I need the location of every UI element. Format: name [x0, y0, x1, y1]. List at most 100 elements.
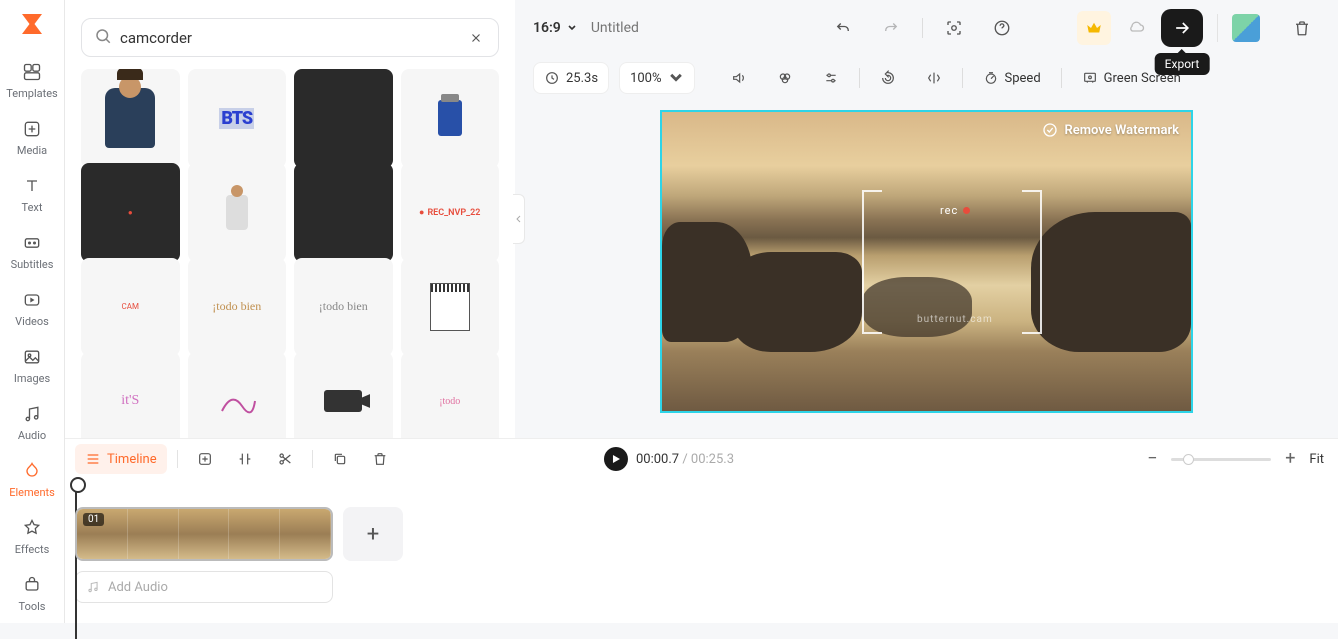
aspect-ratio-button[interactable]: 16:9: [533, 20, 577, 36]
playhead[interactable]: [75, 479, 77, 639]
sidebar-label: Audio: [18, 429, 46, 442]
element-card[interactable]: ¡todo: [401, 352, 500, 438]
play-button[interactable]: [604, 447, 628, 471]
sidebar-item-elements[interactable]: Elements: [0, 452, 64, 509]
timecode: 00:00.7 / 00:25.3: [636, 452, 734, 467]
redo-button[interactable]: [874, 11, 908, 45]
export-tooltip: Export: [1155, 53, 1210, 75]
element-label: REC_NVP_22: [419, 207, 480, 218]
project-title-input[interactable]: [591, 20, 711, 36]
remove-watermark-button[interactable]: Remove Watermark: [1042, 122, 1179, 138]
sidebar-item-audio[interactable]: Audio: [0, 395, 64, 452]
images-icon: [21, 346, 43, 368]
video-clip[interactable]: 01: [75, 507, 333, 561]
rec-indicator: rec: [940, 204, 970, 217]
zoom-in-button[interactable]: +: [1281, 450, 1299, 468]
collapse-panel-button[interactable]: [513, 194, 525, 244]
sidebar-label: Videos: [15, 315, 49, 328]
fit-button[interactable]: Fit: [1309, 452, 1324, 467]
add-audio-label: Add Audio: [108, 580, 168, 595]
element-card[interactable]: [294, 69, 393, 168]
element-card[interactable]: CAM: [81, 258, 180, 357]
element-card[interactable]: REC_NVP_22: [401, 163, 500, 262]
element-card[interactable]: ¡todo bien: [188, 258, 287, 357]
user-avatar[interactable]: [1232, 14, 1260, 42]
add-clip-button[interactable]: +: [343, 507, 403, 561]
flip-button[interactable]: [916, 62, 952, 94]
add-audio-button[interactable]: Add Audio: [75, 571, 333, 603]
left-sidebar: Templates Media Text Subtitles Videos Im…: [0, 0, 65, 623]
timeline-tab-label: Timeline: [107, 452, 157, 467]
element-label: BTS: [219, 108, 254, 129]
trash-button[interactable]: [363, 444, 397, 474]
speed-label: Speed: [1005, 71, 1041, 86]
element-label: CAM: [122, 302, 139, 311]
sidebar-item-templates[interactable]: Templates: [0, 53, 64, 110]
search-input[interactable]: [120, 29, 458, 47]
current-time: 00:00.7: [636, 452, 679, 467]
timeline-panel: Timeline 00:00.7 / 00:25.3 − + Fit: [65, 438, 1338, 623]
element-card[interactable]: it'S: [81, 352, 180, 438]
rec-label: rec: [940, 204, 958, 217]
app-logo[interactable]: [13, 6, 51, 41]
element-card[interactable]: [401, 69, 500, 168]
sidebar-item-subtitles[interactable]: Subtitles: [0, 224, 64, 281]
zoom-out-button[interactable]: −: [1143, 450, 1161, 468]
copy-button[interactable]: [323, 444, 357, 474]
cloud-button[interactable]: [1119, 11, 1153, 45]
scan-button[interactable]: [937, 11, 971, 45]
duration-label: 25.3s: [566, 71, 598, 86]
sidebar-label: Effects: [15, 543, 50, 556]
element-card[interactable]: [188, 163, 287, 262]
premium-button[interactable]: [1077, 11, 1111, 45]
element-card[interactable]: [81, 69, 180, 168]
main-area: BTS ● REC_NVP_22 CAM ¡todo bien ¡todo bi…: [65, 0, 1338, 623]
zoom-select[interactable]: 100%: [619, 62, 694, 94]
undo-button[interactable]: [826, 11, 860, 45]
help-button[interactable]: [985, 11, 1019, 45]
sidebar-label: Images: [14, 372, 50, 385]
export-button[interactable]: Export: [1161, 9, 1203, 47]
sidebar-item-images[interactable]: Images: [0, 338, 64, 395]
element-label: it'S: [121, 393, 139, 409]
search-bar: [81, 18, 499, 57]
element-card[interactable]: BTS: [188, 69, 287, 168]
total-duration: 00:25.3: [691, 452, 734, 467]
element-card[interactable]: ●: [81, 163, 180, 262]
cut-button[interactable]: [268, 444, 302, 474]
add-button[interactable]: [188, 444, 222, 474]
rotate-button[interactable]: [870, 62, 906, 94]
video-track: 01 +: [75, 507, 1328, 561]
element-card[interactable]: ¡todo bien: [294, 258, 393, 357]
delete-button[interactable]: [1284, 10, 1320, 46]
timeline-tracks[interactable]: 01 + Add Audio: [65, 479, 1338, 623]
element-card[interactable]: [294, 352, 393, 438]
elements-icon: [21, 460, 43, 482]
zoom-control: − + Fit: [1143, 450, 1324, 468]
element-card[interactable]: [401, 258, 500, 357]
adjust-button[interactable]: [813, 62, 849, 94]
timeline-tab[interactable]: Timeline: [75, 444, 167, 474]
volume-button[interactable]: [721, 62, 757, 94]
sidebar-item-text[interactable]: Text: [0, 167, 64, 224]
sidebar-item-media[interactable]: Media: [0, 110, 64, 167]
speed-button[interactable]: Speed: [973, 62, 1051, 94]
element-card[interactable]: [188, 352, 287, 438]
duration-button[interactable]: 25.3s: [533, 62, 609, 94]
effects-icon: [21, 517, 43, 539]
filter-button[interactable]: [767, 62, 803, 94]
sidebar-item-effects[interactable]: Effects: [0, 509, 64, 566]
clear-search-button[interactable]: [466, 28, 486, 48]
element-label: ¡todo bien: [319, 299, 368, 314]
element-card[interactable]: [294, 163, 393, 262]
tools-icon: [21, 574, 43, 596]
sidebar-item-videos[interactable]: Videos: [0, 281, 64, 338]
preview-toolbar: 25.3s 100% Speed Green Screen: [515, 56, 1338, 100]
zoom-slider[interactable]: [1171, 458, 1271, 461]
search-icon: [94, 27, 112, 49]
sidebar-item-tools[interactable]: Tools: [0, 566, 64, 623]
elements-panel: BTS ● REC_NVP_22 CAM ¡todo bien ¡todo bi…: [65, 0, 515, 438]
videos-icon: [21, 289, 43, 311]
preview-canvas[interactable]: rec butternut.cam Remove Watermark: [660, 110, 1193, 413]
split-button[interactable]: [228, 444, 262, 474]
